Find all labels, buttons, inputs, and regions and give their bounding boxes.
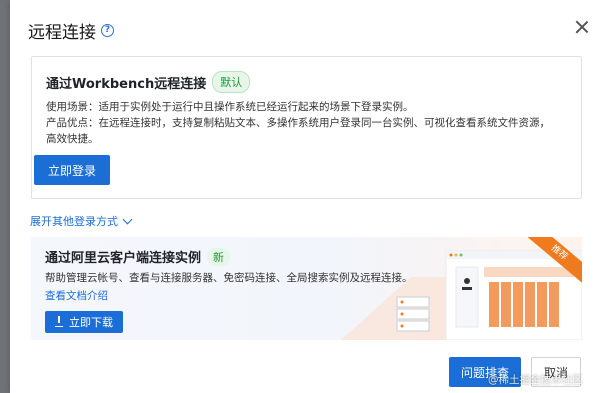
- client-title: 通过阿里云客户端连接实例: [45, 251, 202, 266]
- login-now-button[interactable]: 立即登录: [34, 155, 110, 185]
- help-icon[interactable]: ?: [101, 23, 114, 37]
- expand-label: 展开其他登录方式: [30, 215, 118, 228]
- client-illustration: 推荐: [341, 237, 582, 340]
- dialog-title: 远程连接: [28, 22, 96, 43]
- workbench-advantage-line-2: 高效快捷。: [46, 133, 99, 145]
- workbench-usage: 使用场景：适用于实例处于运行中且操作系统已经运行起来的场景下登录实例。: [46, 101, 414, 113]
- dialog-header: 远程连接 ?: [28, 18, 114, 43]
- workbench-title-row: 通过Workbench远程连接 默认: [46, 71, 251, 93]
- view-docs-link[interactable]: 查看文档介绍: [45, 288, 108, 303]
- download-icon: [55, 315, 63, 327]
- workbench-title: 通过Workbench远程连接: [46, 76, 207, 92]
- new-badge: 新: [207, 247, 231, 266]
- expand-other-methods-link[interactable]: 展开其他登录方式: [30, 213, 133, 229]
- download-now-button[interactable]: 立即下载: [45, 311, 123, 333]
- remote-connect-dialog: 远程连接 ? 通过Workbench远程连接 默认 使用场景：适用于实例处于运行…: [10, 0, 605, 393]
- default-badge: 默认: [212, 71, 251, 93]
- client-promo-card: 通过阿里云客户端连接实例 新 帮助管理云帐号、查看与连接服务器、免密码连接、全局…: [31, 237, 582, 340]
- troubleshoot-button[interactable]: 问题排查: [449, 357, 521, 387]
- workbench-advantage: 产品优点：在远程连接时，支持复制粘贴文本、多操作系统用户登录同一台实例、可视化查…: [46, 115, 576, 147]
- close-icon[interactable]: [575, 20, 589, 34]
- workbench-advantage-line-1: 产品优点：在远程连接时，支持复制粘贴文本、多操作系统用户登录同一台实例、可视化查…: [46, 117, 550, 129]
- client-title-row: 通过阿里云客户端连接实例 新: [45, 247, 231, 266]
- chevron-down-icon: [122, 214, 133, 224]
- workbench-card: 通过Workbench远程连接 默认 使用场景：适用于实例处于运行中且操作系统已…: [31, 56, 582, 199]
- download-label: 立即下载: [69, 316, 113, 329]
- cancel-button[interactable]: 取消: [531, 357, 581, 387]
